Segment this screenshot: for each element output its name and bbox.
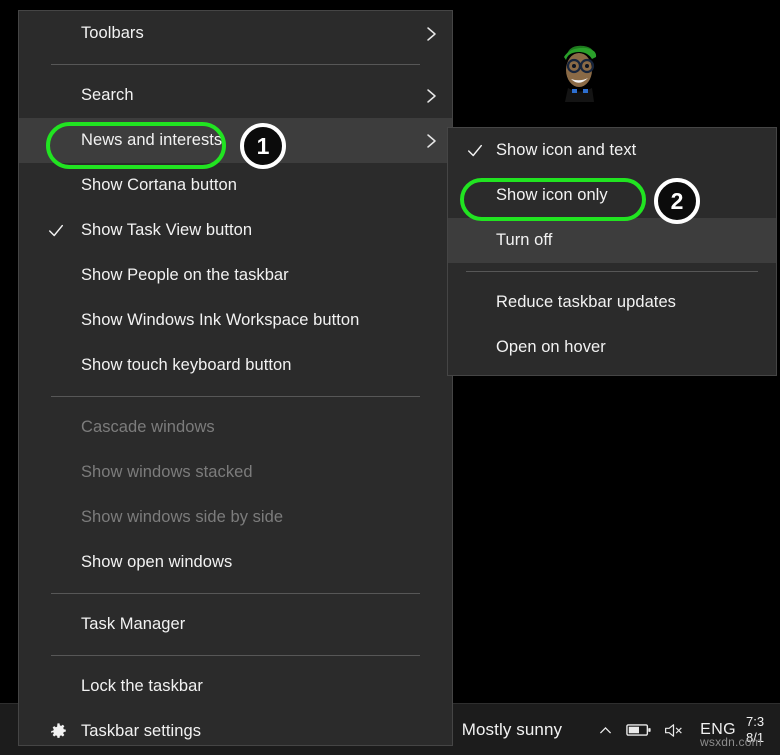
menu-item-show-people-on-the-taskbar[interactable]: Show People on the taskbar xyxy=(19,253,452,298)
check-icon xyxy=(47,222,65,240)
menu-item-show-windows-ink-workspace-button[interactable]: Show Windows Ink Workspace button xyxy=(19,298,452,343)
taskbar-weather-text[interactable]: Mostly sunny xyxy=(462,720,562,740)
menu-item-label: Show windows side by side xyxy=(81,508,283,527)
menu-separator xyxy=(466,271,758,272)
menu-item-toolbars[interactable]: Toolbars xyxy=(19,11,452,56)
menu-item-show-cortana-button[interactable]: Show Cortana button xyxy=(19,163,452,208)
cartoon-character-avatar-icon xyxy=(552,38,604,102)
menu-item-open-on-hover[interactable]: Open on hover xyxy=(448,325,776,370)
menu-item-label: Show touch keyboard button xyxy=(81,356,291,375)
menu-item-label: Cascade windows xyxy=(81,418,215,437)
volume-muted-icon[interactable] xyxy=(656,704,690,755)
menu-item-label: Show Task View button xyxy=(81,221,252,240)
menu-item-label: Taskbar settings xyxy=(81,722,201,741)
menu-item-label: Turn off xyxy=(496,231,552,250)
menu-item-label: Toolbars xyxy=(81,24,144,43)
chevron-right-icon xyxy=(424,131,438,151)
chevron-right-icon xyxy=(424,86,438,106)
menu-item-cascade-windows: Cascade windows xyxy=(19,405,452,450)
menu-item-lock-the-taskbar[interactable]: Lock the taskbar xyxy=(19,664,452,709)
menu-item-label: Open on hover xyxy=(496,338,606,357)
battery-icon[interactable] xyxy=(622,704,656,755)
site-watermark: wsxdn.com xyxy=(700,735,762,749)
menu-item-show-task-view-button[interactable]: Show Task View button xyxy=(19,208,452,253)
clock-time: 7:3 xyxy=(746,714,764,729)
menu-separator xyxy=(51,396,420,397)
menu-item-reduce-taskbar-updates[interactable]: Reduce taskbar updates xyxy=(448,280,776,325)
check-icon xyxy=(466,142,484,160)
menu-item-label: Search xyxy=(81,86,134,105)
news-and-interests-submenu[interactable]: Show icon and text Show icon only Turn off… xyxy=(447,127,777,376)
menu-item-label: Lock the taskbar xyxy=(81,677,203,696)
menu-item-taskbar-settings[interactable]: Taskbar settings xyxy=(19,709,452,754)
menu-item-label: Show open windows xyxy=(81,553,232,572)
menu-item-label: Show Windows Ink Workspace button xyxy=(81,311,359,330)
show-hidden-icons-chevron-up-icon[interactable] xyxy=(588,704,622,755)
menu-item-show-icon-and-text[interactable]: Show icon and text xyxy=(448,128,776,173)
menu-separator xyxy=(51,593,420,594)
menu-item-show-icon-only[interactable]: Show icon only xyxy=(448,173,776,218)
menu-item-label: Show People on the taskbar xyxy=(81,266,289,285)
menu-item-show-open-windows[interactable]: Show open windows xyxy=(19,540,452,585)
desktop-screen: Mostly sunny ENG xyxy=(0,0,780,755)
menu-item-show-windows-stacked: Show windows stacked xyxy=(19,450,452,495)
chevron-right-icon xyxy=(424,24,438,44)
gear-icon xyxy=(49,722,68,741)
step-badge-2: 2 xyxy=(654,178,700,224)
menu-separator xyxy=(51,655,420,656)
menu-item-label: Show icon and text xyxy=(496,141,636,160)
menu-item-news-and-interests[interactable]: News and interests xyxy=(19,118,452,163)
taskbar-context-menu[interactable]: Toolbars Search News and interests Show Cor… xyxy=(18,10,453,746)
menu-item-label: Show windows stacked xyxy=(81,463,253,482)
menu-item-label: Show icon only xyxy=(496,186,608,205)
menu-item-label: Task Manager xyxy=(81,615,185,634)
step-badge-1: 1 xyxy=(240,123,286,169)
menu-item-label: Reduce taskbar updates xyxy=(496,293,676,312)
menu-item-label: News and interests xyxy=(81,131,222,150)
menu-item-task-manager[interactable]: Task Manager xyxy=(19,602,452,647)
menu-separator xyxy=(51,64,420,65)
menu-item-label: Show Cortana button xyxy=(81,176,237,195)
menu-item-show-windows-side-by-side: Show windows side by side xyxy=(19,495,452,540)
menu-item-show-touch-keyboard-button[interactable]: Show touch keyboard button xyxy=(19,343,452,388)
menu-item-turn-off[interactable]: Turn off xyxy=(448,218,776,263)
menu-item-search[interactable]: Search xyxy=(19,73,452,118)
